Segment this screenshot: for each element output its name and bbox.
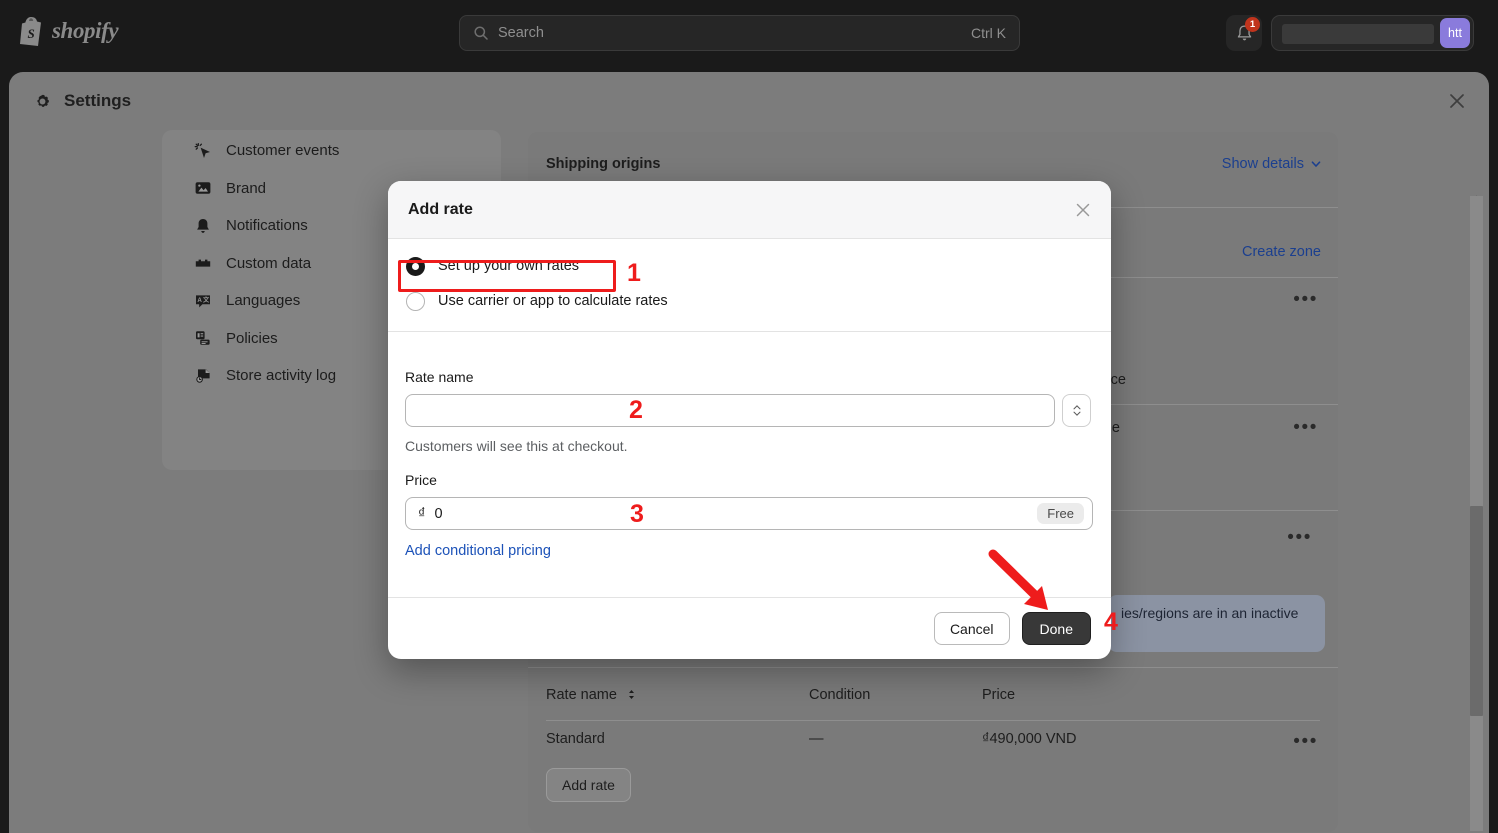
price-label: Price [405,472,437,488]
add-rate-modal: Add rate Set up your own rates Use carri… [388,181,1111,659]
free-badge: Free [1037,503,1084,524]
radio-selected-icon [406,256,425,276]
price-value: 0 [434,505,443,522]
radio-option-label: Use carrier or app to calculate rates [438,293,668,309]
modal-footer: Cancel Done [388,597,1111,659]
radio-option-label: Set up your own rates [438,258,580,274]
modal-header: Add rate [388,181,1111,239]
rate-name-helper-text: Customers will see this at checkout. [405,438,628,454]
chevron-up-down-icon [1072,405,1081,416]
modal-title: Add rate [408,200,473,218]
avatar[interactable]: htt [1440,18,1470,48]
modal-overlay: Add rate Set up your own rates Use carri… [0,0,1498,833]
radio-unselected-icon [406,291,425,311]
add-conditional-pricing-link[interactable]: Add conditional pricing [405,543,551,559]
rate-type-radio-group: Set up your own rates Use carrier or app… [388,239,1111,332]
radio-option-carrier-rates[interactable]: Use carrier or app to calculate rates [388,286,1111,316]
screenshot-root: S shopify Search Ctrl K 1 htt Settings C… [0,0,1498,833]
radio-option-own-rates[interactable]: Set up your own rates [388,251,1111,281]
rate-name-stepper[interactable] [1062,394,1091,427]
rate-name-input[interactable] [405,394,1055,427]
price-input[interactable]: ₫ 0 Free [405,497,1093,530]
close-icon[interactable] [1073,200,1093,220]
currency-symbol: ₫ [418,505,426,522]
rate-name-label: Rate name [405,369,474,385]
done-button[interactable]: Done [1021,612,1091,645]
cancel-button[interactable]: Cancel [933,612,1010,645]
